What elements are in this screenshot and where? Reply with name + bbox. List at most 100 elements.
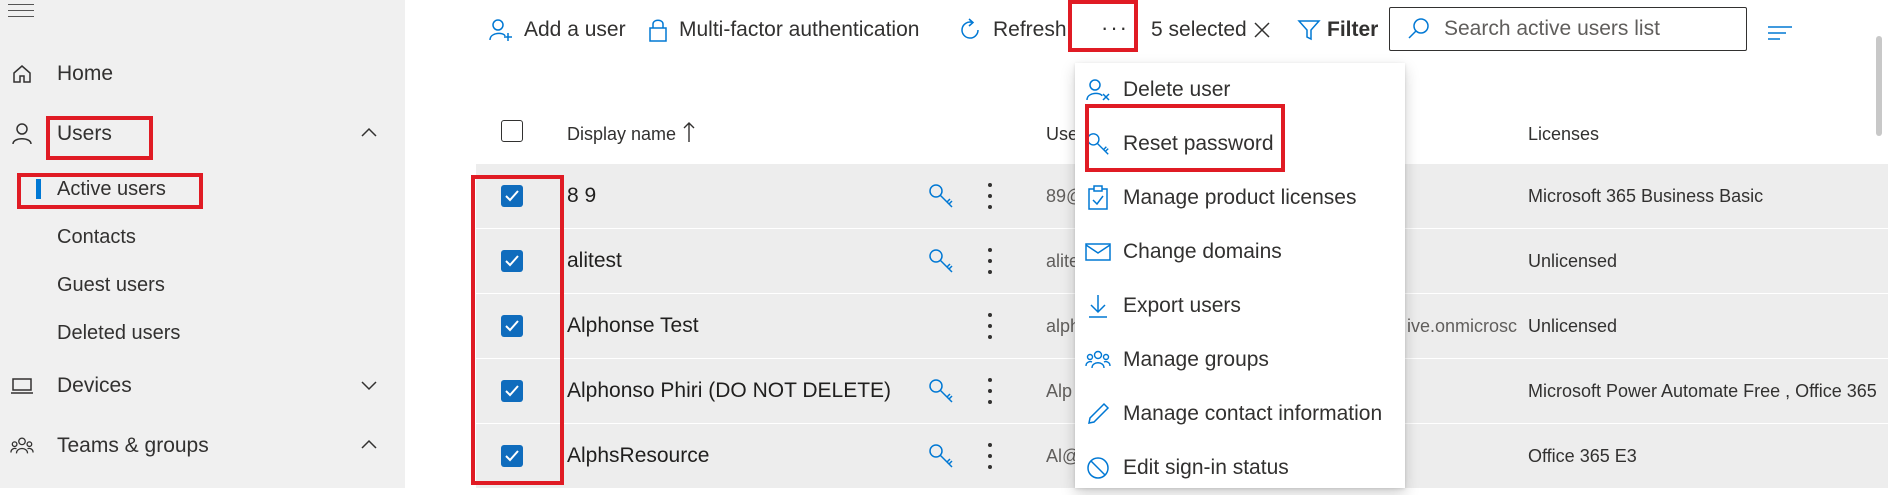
people-team-icon xyxy=(1085,347,1111,373)
nav-deleted-users[interactable]: Deleted users xyxy=(0,313,405,353)
nav-active-users[interactable]: Active users xyxy=(0,169,405,209)
cell-display-name[interactable]: 8 9 xyxy=(567,184,596,208)
person-icon xyxy=(10,122,34,146)
more-options-icon[interactable] xyxy=(987,378,993,404)
mfa-button[interactable]: Multi-factor authentication xyxy=(647,12,919,48)
col-display-name[interactable]: Display name xyxy=(567,124,676,145)
search-box[interactable] xyxy=(1389,7,1747,51)
laptop-icon xyxy=(10,374,34,398)
row-checkbox[interactable] xyxy=(501,185,523,207)
cell-licenses: Unlicensed xyxy=(1528,251,1618,271)
key-icon[interactable] xyxy=(927,247,955,280)
more-options-icon[interactable] xyxy=(987,443,993,469)
clear-selection-button[interactable] xyxy=(1252,12,1282,48)
menu-manage-groups[interactable]: Manage groups xyxy=(1075,333,1405,387)
menu-change-domains-label: Change domains xyxy=(1123,240,1282,263)
menu-edit-sign-in-status-label: Edit sign-in status xyxy=(1123,456,1289,479)
col-licenses[interactable]: Licenses xyxy=(1528,124,1599,145)
menu-reset-password-label: Reset password xyxy=(1123,132,1274,155)
add-user-label: Add a user xyxy=(524,18,626,41)
filter-label: Filter xyxy=(1327,18,1379,41)
add-user-button[interactable]: Add a user xyxy=(488,12,626,48)
cell-licenses: Office 365 E3 xyxy=(1528,446,1637,466)
nav-teams-groups[interactable]: Teams & groups xyxy=(0,424,405,468)
cell-display-name[interactable]: alitest xyxy=(567,249,622,273)
nav-deleted-users-label: Deleted users xyxy=(57,321,181,344)
nav-contacts[interactable]: Contacts xyxy=(0,217,405,257)
chevron-up-icon[interactable] xyxy=(358,122,382,146)
cell-username-tail: ive.onmicrosc xyxy=(1407,316,1518,336)
chevron-up-icon[interactable] xyxy=(358,434,382,458)
row-checkbox[interactable] xyxy=(501,445,523,467)
filter-button[interactable]: Filter xyxy=(1297,12,1378,48)
refresh-label: Refresh xyxy=(993,18,1067,41)
nav-active-users-label: Active users xyxy=(57,177,166,200)
menu-delete-user[interactable]: Delete user xyxy=(1075,63,1405,117)
close-icon xyxy=(1254,22,1270,38)
sort-ascending-icon xyxy=(682,120,696,149)
menu-edit-sign-in-status[interactable]: Edit sign-in status xyxy=(1075,441,1405,495)
menu-manage-groups-label: Manage groups xyxy=(1123,348,1269,371)
block-icon xyxy=(1085,455,1111,481)
nav-guest-users[interactable]: Guest users xyxy=(0,265,405,305)
home-icon xyxy=(10,62,34,86)
hamburger-menu-icon[interactable] xyxy=(8,4,34,20)
menu-delete-user-label: Delete user xyxy=(1123,78,1231,101)
row-checkbox[interactable] xyxy=(501,315,523,337)
mail-icon xyxy=(1085,239,1111,265)
key-icon[interactable] xyxy=(927,442,955,475)
menu-change-domains[interactable]: Change domains xyxy=(1075,225,1405,279)
download-icon xyxy=(1085,293,1111,319)
menu-manage-licenses[interactable]: Manage product licenses xyxy=(1075,171,1405,225)
menu-reset-password[interactable]: Reset password xyxy=(1075,117,1405,171)
sidebar: Home Users Active users Contacts Guest u… xyxy=(0,0,405,488)
clipboard-icon xyxy=(1085,185,1111,211)
search-input[interactable] xyxy=(1442,16,1746,42)
more-actions-button[interactable]: ··· xyxy=(1087,6,1143,50)
refresh-icon xyxy=(961,18,979,39)
cell-display-name[interactable]: Alphonso Phiri (DO NOT DELETE) xyxy=(567,379,891,403)
more-options-icon[interactable] xyxy=(987,248,993,274)
cell-licenses: Microsoft Power Automate Free , Office 3… xyxy=(1528,381,1877,401)
menu-manage-contact-info[interactable]: Manage contact information xyxy=(1075,387,1405,441)
nav-devices-label: Devices xyxy=(57,374,132,397)
pencil-icon xyxy=(1085,401,1111,427)
nav-users[interactable]: Users xyxy=(0,112,405,156)
filter-icon xyxy=(1297,20,1321,41)
mfa-label: Multi-factor authentication xyxy=(679,18,920,41)
nav-teams-groups-label: Teams & groups xyxy=(57,434,209,457)
nav-devices[interactable]: Devices xyxy=(0,364,405,408)
row-checkbox[interactable] xyxy=(501,380,523,402)
cell-username: Alp xyxy=(1046,381,1073,401)
menu-export-users-label: Export users xyxy=(1123,294,1241,317)
col-username[interactable]: Use xyxy=(1046,124,1078,145)
nav-guest-users-label: Guest users xyxy=(57,273,165,296)
menu-manage-contact-info-label: Manage contact information xyxy=(1123,402,1383,425)
refresh-button[interactable]: Refresh xyxy=(957,12,1067,48)
key-icon[interactable] xyxy=(927,182,955,215)
cell-display-name[interactable]: Alphonse Test xyxy=(567,314,699,338)
selected-count: 5 selected xyxy=(1151,12,1247,48)
lock-icon xyxy=(649,19,667,42)
cell-licenses: Unlicensed xyxy=(1528,316,1618,336)
more-actions-label: ··· xyxy=(1101,15,1129,40)
more-options-icon[interactable] xyxy=(987,183,993,209)
vertical-scrollbar[interactable] xyxy=(1876,36,1882,136)
selected-count-label: 5 selected xyxy=(1151,18,1247,41)
search-icon xyxy=(1408,18,1429,39)
key-icon xyxy=(1085,131,1111,157)
list-view-icon xyxy=(1768,26,1792,40)
key-icon[interactable] xyxy=(927,377,955,410)
nav-home[interactable]: Home xyxy=(0,52,405,96)
more-actions-menu: Delete user Reset password Manage produc… xyxy=(1075,63,1405,488)
active-indicator xyxy=(36,179,41,199)
row-checkbox[interactable] xyxy=(501,250,523,272)
people-team-icon xyxy=(10,434,34,458)
menu-export-users[interactable]: Export users xyxy=(1075,279,1405,333)
chevron-down-icon[interactable] xyxy=(358,374,382,398)
select-all-checkbox[interactable] xyxy=(501,120,523,142)
cell-display-name[interactable]: AlphsResource xyxy=(567,444,709,468)
view-options-button[interactable] xyxy=(1767,16,1803,52)
delete-person-icon xyxy=(1085,77,1111,103)
more-options-icon[interactable] xyxy=(987,313,993,339)
